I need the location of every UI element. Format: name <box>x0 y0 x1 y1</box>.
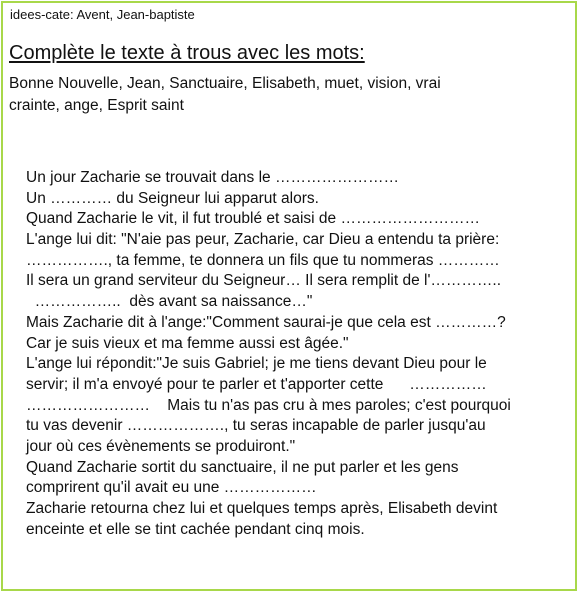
story-line: jour où ces évènements se produiront." <box>26 437 296 455</box>
story-line: Il sera un grand serviteur du Seigneur… … <box>26 272 502 290</box>
word-bank: Bonne Nouvelle, Jean, Sanctuaire, Elisab… <box>9 73 569 117</box>
story-line: servir; il m'a envoyé pour te parler et … <box>26 375 487 393</box>
story-text: Un jour Zacharie se trouvait dans le ………… <box>26 168 566 540</box>
word-bank-line: crainte, ange, Esprit saint <box>9 97 184 114</box>
story-line: L'ange lui répondit:"Je suis Gabriel; je… <box>26 355 487 373</box>
story-line: Quand Zacharie sortit du sanctuaire, il … <box>26 458 459 476</box>
story-line: L'ange lui dit: "N'aie pas peur, Zachari… <box>26 231 500 249</box>
story-line: …………….. dès avant sa naissance…" <box>26 293 313 311</box>
story-line: …………………… Mais tu n'as pas cru à mes paro… <box>26 396 511 414</box>
story-line: Mais Zacharie dit à l'ange:"Comment saur… <box>26 313 506 331</box>
story-line: Quand Zacharie le vit, il fut troublé et… <box>26 210 480 228</box>
exercise-title: Complète le texte à trous avec les mots: <box>9 42 365 64</box>
word-bank-line: Bonne Nouvelle, Jean, Sanctuaire, Elisab… <box>9 75 441 92</box>
story-line: Car je suis vieux et ma femme aussi est … <box>26 334 349 352</box>
story-line: comprirent qu'il avait eu une ……………… <box>26 479 317 497</box>
story-line: Un ………… du Seigneur lui apparut alors. <box>26 189 319 207</box>
story-line: ……………., ta femme, te donnera un fils que… <box>26 251 500 269</box>
header-label: idees-cate: Avent, Jean-baptiste <box>10 7 195 22</box>
story-line: tu vas devenir ………………., tu seras incapab… <box>26 417 486 435</box>
story-line: Un jour Zacharie se trouvait dans le ………… <box>26 169 399 186</box>
story-line: enceinte et elle se tint cachée pendant … <box>26 520 365 538</box>
story-line: Zacharie retourna chez lui et quelques t… <box>26 500 498 517</box>
